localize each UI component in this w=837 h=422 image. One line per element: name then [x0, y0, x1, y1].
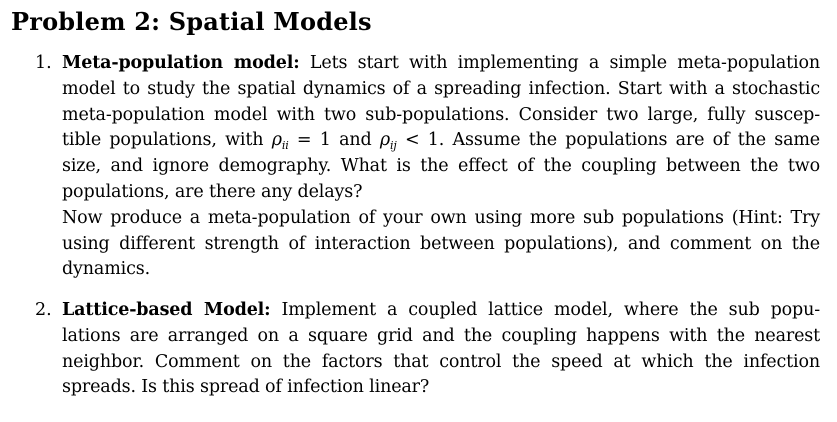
line-text: . Assume the populations are of the same: [438, 130, 821, 151]
list-item-lattice-model: 2. Lattice-based Model: Implement a coup…: [35, 298, 821, 404]
math-rho-ii: ρii: [271, 130, 289, 153]
list-item-number: 2.: [35, 300, 52, 320]
problem-title: Spatial Models: [168, 7, 372, 36]
list-item-body: Meta-population model: Lets start with i…: [62, 51, 820, 283]
math-symbol: ρ: [379, 130, 390, 151]
text-line: Meta-population model: Lets start with i…: [62, 51, 820, 77]
list-item-body: Lattice-based Model: Implement a coupled…: [62, 298, 820, 401]
math-operator: < 1: [396, 130, 439, 151]
text-line: size, and ignore demography. What is the…: [62, 156, 820, 177]
text-line: tible populations, with ρii = 1 and ρij …: [62, 128, 820, 154]
problem-label: Problem 2:: [11, 7, 161, 36]
list-item-meta-population: 1. Meta-population model: Lets start wit…: [35, 51, 821, 285]
text-line: using different strength of interaction …: [62, 233, 820, 254]
math-rho-ij: ρij: [379, 130, 397, 153]
text-line: spreads. Is this spread of infection lin…: [62, 377, 430, 398]
math-symbol: ρ: [271, 130, 282, 151]
item-term: Meta-population model:: [62, 53, 300, 73]
text-line: model to study the spatial dynamics of a…: [62, 78, 820, 99]
line-text: Implement a coupled lattice model, where…: [270, 300, 820, 320]
line-text: Lets start with implementing a simple me…: [299, 53, 820, 73]
text-line: neighbor. Comment on the factors that co…: [62, 351, 820, 372]
document-page: Problem 2: Spatial Models 1. Meta-popula…: [0, 0, 837, 422]
math-operator: = 1 and: [288, 130, 380, 151]
text-line: lations are arranged on a square grid an…: [62, 325, 820, 346]
list-item-number: 1.: [35, 53, 52, 73]
text-line: populations, are there any delays?: [62, 181, 363, 202]
text-line: dynamics.: [62, 259, 150, 280]
text-line: Lattice-based Model: Implement a coupled…: [62, 298, 820, 324]
math-subscript: ii: [281, 139, 289, 153]
math-subscript: ij: [390, 139, 397, 153]
item-term: Lattice-based Model:: [62, 300, 271, 320]
problem-heading: Problem 2: Spatial Models: [11, 6, 372, 38]
text-line: Now produce a meta-population of your ow…: [62, 207, 820, 228]
line-text: tible populations, with: [62, 130, 272, 151]
text-line: meta-population model with two sub-popul…: [62, 104, 820, 125]
